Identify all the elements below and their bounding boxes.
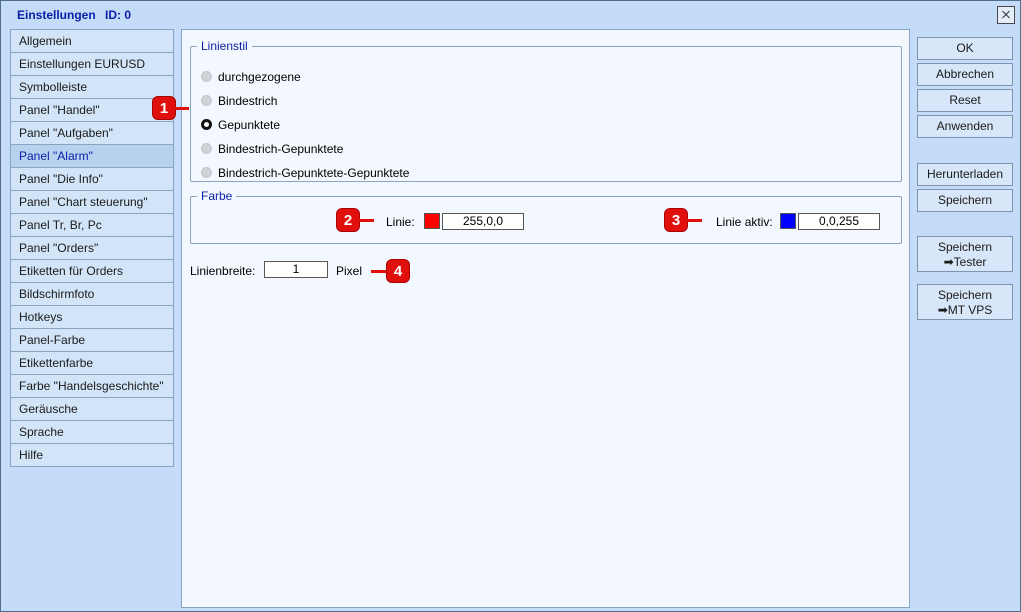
window-title: Einstellungen ID: 0 [17,8,137,22]
sidebar-item-symbolleiste[interactable]: Symbolleiste [10,75,174,99]
speichern-vps-button[interactable]: Speichern ➡MT VPS [917,284,1013,320]
linienbreite-unit: Pixel [336,264,363,278]
sidebar-item-einstellungen-eurusd[interactable]: Einstellungen EURUSD [10,52,174,76]
radio-icon [201,71,212,82]
callout-marker-3: 3 [664,208,688,232]
sidebar-item-panel-tr-br-pc[interactable]: Panel Tr, Br, Pc [10,213,174,237]
callout-marker-4: 4 [386,259,410,283]
farbe-group: Farbe Linie: 255,0,0 Linie aktiv: 0,0,25… [190,189,902,244]
radio-option-durchgezogene[interactable]: durchgezogene [201,68,301,86]
linie-color-swatch[interactable] [424,213,440,229]
sidebar-item-sprache[interactable]: Sprache [10,420,174,444]
speichern-tester-line1: Speichern [937,240,993,254]
linie-aktiv-color-value[interactable]: 0,0,255 [798,213,880,230]
abbrechen-button[interactable]: Abbrechen [917,63,1013,86]
sidebar-item-panel-chart-steuerung[interactable]: Panel "Chart steuerung" [10,190,174,214]
callout-line-4 [371,270,387,273]
sidebar-item-geraeusche[interactable]: Geräusche [10,397,174,421]
radio-label: Gepunktete [218,118,281,132]
callout-marker-1: 1 [152,96,176,120]
close-icon[interactable] [997,6,1015,24]
callout-line-1 [175,107,189,110]
sidebar-item-panel-orders[interactable]: Panel "Orders" [10,236,174,260]
window-id-label: ID: 0 [105,8,132,22]
linienstil-legend: Linienstil [197,39,252,53]
radio-icon [201,167,212,178]
radio-icon [201,95,212,106]
speichern-button[interactable]: Speichern [917,189,1013,212]
sidebar-item-hotkeys[interactable]: Hotkeys [10,305,174,329]
sidebar-item-etiketten-orders[interactable]: Etiketten für Orders [10,259,174,283]
speichern-vps-line2: ➡MT VPS [937,303,993,317]
linienstil-group: Linienstil durchgezogene Bindestrich Gep… [190,39,902,182]
radio-option-gepunktete[interactable]: Gepunktete [201,116,280,134]
radio-selected-icon [201,119,212,130]
linie-label: Linie: [386,215,415,229]
linienbreite-input[interactable]: 1 [264,261,328,278]
callout-marker-2: 2 [336,208,360,232]
speichern-vps-line1: Speichern [937,288,993,302]
speichern-tester-button[interactable]: Speichern ➡Tester [917,236,1013,272]
window-title-text: Einstellungen [17,8,96,22]
sidebar-item-panel-alarm[interactable]: Panel "Alarm" [10,144,174,168]
ok-button[interactable]: OK [917,37,1013,60]
sidebar-item-panel-die-info[interactable]: Panel "Die Info" [10,167,174,191]
linienbreite-label: Linienbreite: [190,264,256,278]
sidebar-item-hilfe[interactable]: Hilfe [10,443,174,467]
linie-aktiv-label: Linie aktiv: [716,215,773,229]
reset-button[interactable]: Reset [917,89,1013,112]
radio-label: Bindestrich-Gepunktete [218,142,344,156]
sidebar-item-allgemein[interactable]: Allgemein [10,29,174,53]
radio-label: Bindestrich [218,94,278,108]
radio-option-bindestrich[interactable]: Bindestrich [201,92,277,110]
sidebar-item-etikettenfarbe[interactable]: Etikettenfarbe [10,351,174,375]
settings-panel: Linienstil durchgezogene Bindestrich Gep… [181,29,910,608]
speichern-tester-line2: ➡Tester [943,255,987,269]
sidebar-item-farbe-handelsgeschichte[interactable]: Farbe "Handelsgeschichte" [10,374,174,398]
radio-icon [201,143,212,154]
herunterladen-button[interactable]: Herunterladen [917,163,1013,186]
farbe-legend: Farbe [197,189,237,203]
callout-line-3 [687,219,702,222]
sidebar-item-bildschirmfoto[interactable]: Bildschirmfoto [10,282,174,306]
sidebar: Allgemein Einstellungen EURUSD Symbollei… [10,29,174,467]
callout-line-2 [359,219,374,222]
linie-aktiv-color-swatch[interactable] [780,213,796,229]
radio-option-bindestrich-gepunktete[interactable]: Bindestrich-Gepunktete [201,140,343,158]
radio-option-bindestrich-gepunktete-gepunktete[interactable]: Bindestrich-Gepunktete-Gepunktete [201,164,409,182]
sidebar-item-panel-farbe[interactable]: Panel-Farbe [10,328,174,352]
sidebar-item-panel-aufgaben[interactable]: Panel "Aufgaben" [10,121,174,145]
linie-color-value[interactable]: 255,0,0 [442,213,524,230]
settings-window: Einstellungen ID: 0 Allgemein Einstellun… [0,0,1021,612]
radio-label: durchgezogene [218,70,301,84]
sidebar-item-panel-handel[interactable]: Panel "Handel" [10,98,174,122]
radio-label: Bindestrich-Gepunktete-Gepunktete [218,166,410,180]
anwenden-button[interactable]: Anwenden [917,115,1013,138]
